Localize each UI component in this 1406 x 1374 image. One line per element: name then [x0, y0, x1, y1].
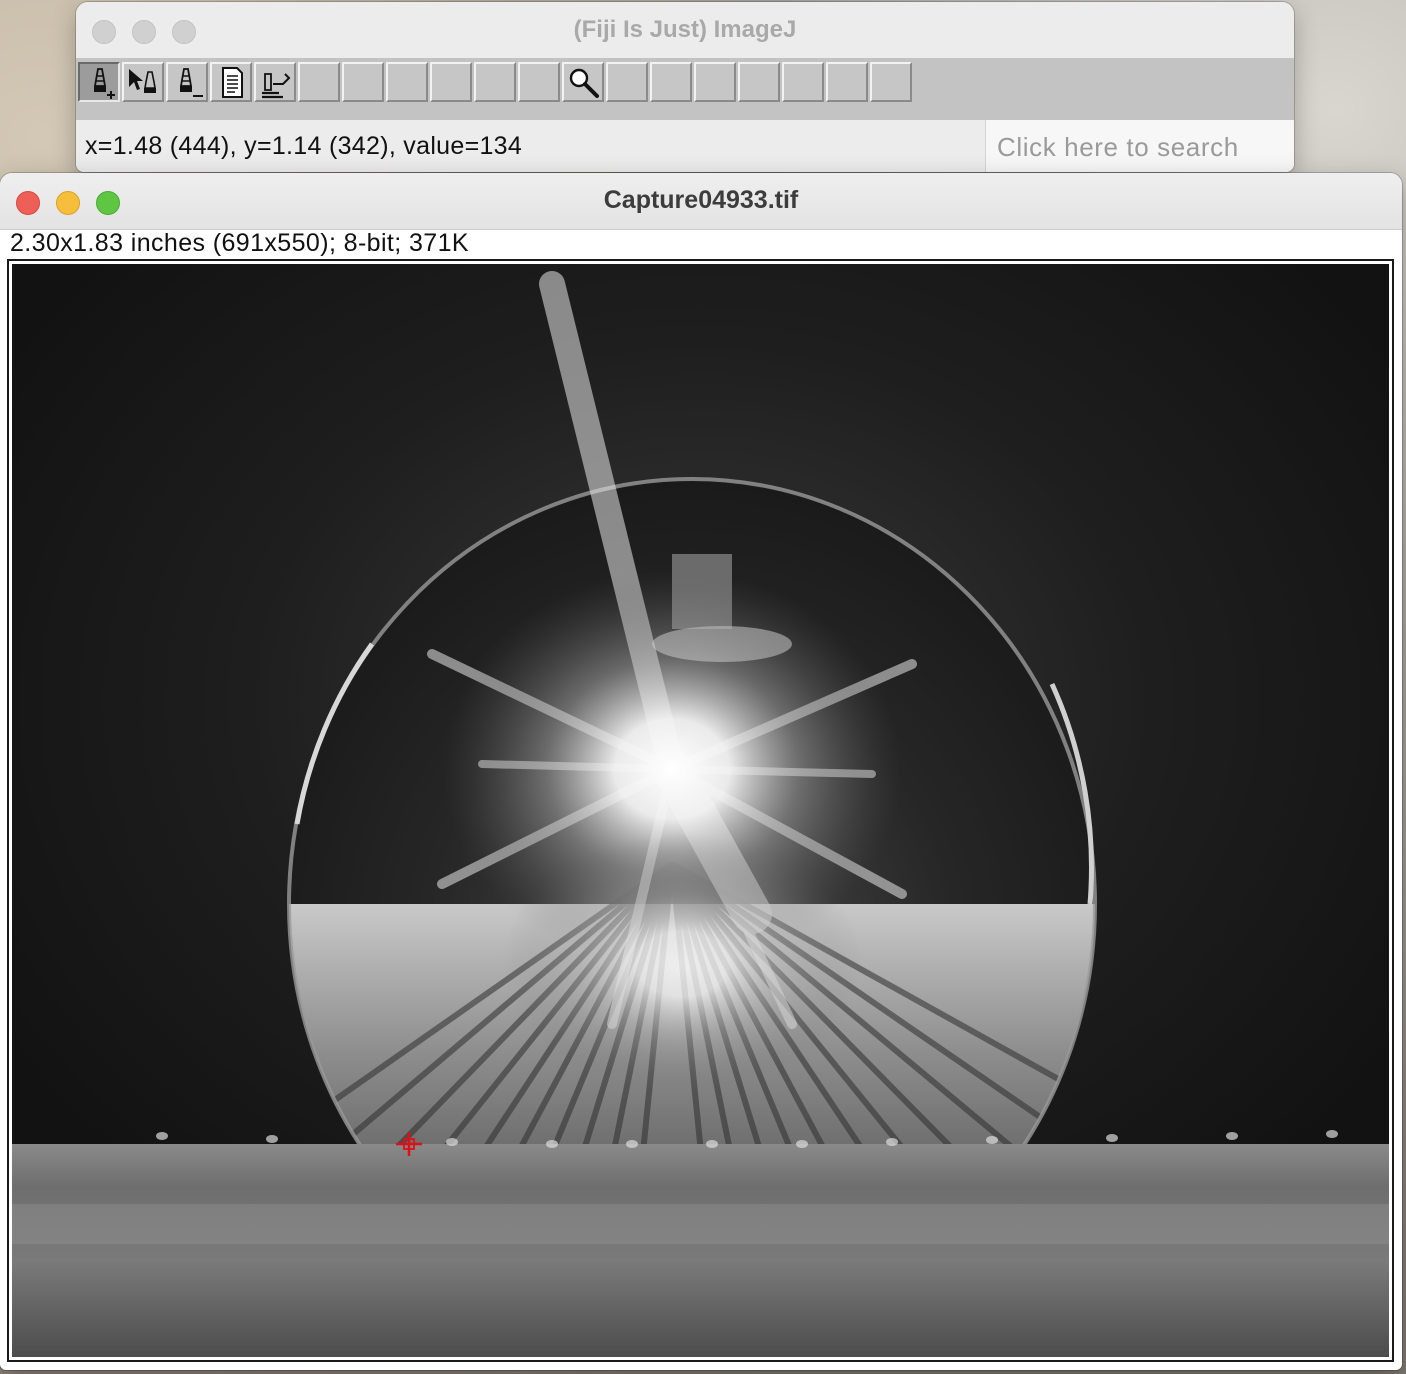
- tool-empty-5[interactable]: [474, 62, 516, 102]
- image-canvas[interactable]: [12, 264, 1389, 1357]
- tool-empty-11[interactable]: [782, 62, 824, 102]
- tool-microscope[interactable]: [254, 62, 296, 102]
- imagej-titlebar[interactable]: (Fiji Is Just) ImageJ: [76, 2, 1294, 58]
- tool-empty-4[interactable]: [430, 62, 472, 102]
- tool-magnifier[interactable]: [562, 62, 604, 102]
- image-info-text: 2.30x1.83 inches (691x550); 8-bit; 371K: [10, 229, 469, 257]
- image-window-titlebar[interactable]: Capture04933.tif: [0, 173, 1402, 230]
- tool-pencil-minus[interactable]: [166, 62, 208, 102]
- imagej-status-bar: x=1.48 (444), y=1.14 (342), value=134 Cl…: [76, 120, 1294, 172]
- arrow-pencil-icon: [129, 69, 156, 93]
- pencil-minus-icon: [179, 68, 203, 97]
- document-icon: [222, 67, 243, 98]
- search-placeholder: Click here to search: [997, 132, 1239, 162]
- imagej-window-title: (Fiji Is Just) ImageJ: [573, 16, 797, 43]
- tool-empty-9[interactable]: [694, 62, 736, 102]
- tool-empty-2[interactable]: [342, 62, 384, 102]
- tool-document[interactable]: [210, 62, 252, 102]
- imagej-main-window: (Fiji Is Just) ImageJ x=1.48 (444), y=1.…: [76, 2, 1294, 172]
- tool-empty-6[interactable]: [518, 62, 560, 102]
- status-text: x=1.48 (444), y=1.14 (342), value=134: [85, 132, 523, 160]
- tool-pencil-arrow[interactable]: [122, 62, 164, 102]
- microscope-icon: [262, 73, 291, 99]
- tool-pencil-add[interactable]: [78, 62, 120, 102]
- droplet-photo: [12, 264, 1389, 1357]
- tool-empty-10[interactable]: [738, 62, 780, 102]
- image-canvas-frame: [7, 259, 1394, 1362]
- image-window: Capture04933.tif 2.30x1.83 inches (691x5…: [0, 173, 1402, 1370]
- tool-empty-1[interactable]: [298, 62, 340, 102]
- search-field[interactable]: Click here to search: [985, 120, 1294, 172]
- pencil-plus-icon: [93, 68, 115, 99]
- imagej-toolbar: [76, 58, 1294, 120]
- image-window-title: Capture04933.tif: [603, 186, 799, 214]
- tool-empty-13[interactable]: [870, 62, 912, 102]
- tool-empty-7[interactable]: [606, 62, 648, 102]
- magnifier-icon: [569, 68, 599, 98]
- tool-empty-3[interactable]: [386, 62, 428, 102]
- tool-empty-8[interactable]: [650, 62, 692, 102]
- tool-empty-12[interactable]: [826, 62, 868, 102]
